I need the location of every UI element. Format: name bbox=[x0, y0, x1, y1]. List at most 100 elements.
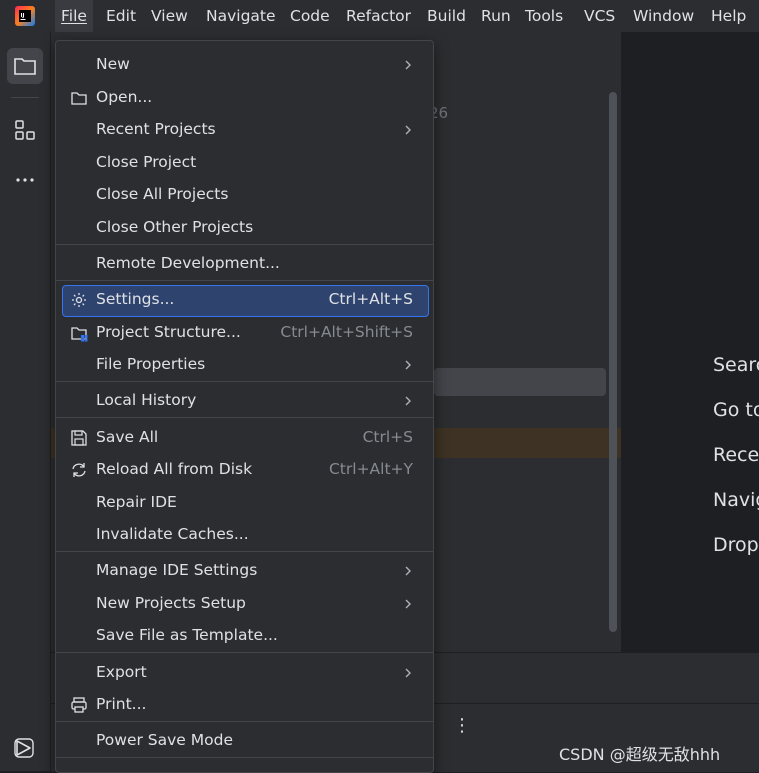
more-tools-button[interactable] bbox=[7, 162, 43, 198]
menu-item-label: Save All bbox=[96, 428, 159, 446]
menu-item-shortcut: Ctrl+Alt+S bbox=[328, 290, 413, 308]
menu-item-label: Reload All from Disk bbox=[96, 460, 253, 478]
folder-icon bbox=[14, 58, 36, 75]
menu-item-label: Settings... bbox=[96, 290, 175, 308]
menu-item-reload-all[interactable]: Reload All from Disk Ctrl+Alt+Y bbox=[56, 454, 433, 486]
menu-vcs[interactable]: VCS bbox=[578, 0, 621, 32]
menu-item-label: Close Other Projects bbox=[96, 218, 254, 236]
structure-icon bbox=[15, 120, 35, 140]
menu-item-export[interactable]: Export bbox=[56, 657, 433, 689]
menu-run[interactable]: Run bbox=[475, 0, 517, 32]
menu-bar: IJ File Edit View Navigate Code Refactor… bbox=[0, 0, 759, 32]
menu-item-label: Close All Projects bbox=[96, 185, 229, 203]
menu-item-label: Invalidate Caches... bbox=[96, 525, 249, 543]
folder-icon bbox=[71, 92, 87, 105]
panel-scrollbar[interactable] bbox=[609, 92, 617, 632]
chevron-right-icon bbox=[405, 668, 411, 678]
chevron-right-icon bbox=[405, 60, 411, 70]
refresh-icon bbox=[72, 463, 86, 477]
menu-item-close-other-projects[interactable]: Close Other Projects bbox=[56, 212, 433, 244]
menu-item-save-as-template[interactable]: Save File as Template... bbox=[56, 620, 433, 652]
menu-window[interactable]: Window bbox=[627, 0, 700, 32]
menu-item-save-all[interactable]: Save All Ctrl+S bbox=[56, 422, 433, 454]
menu-item-label: Remote Development... bbox=[96, 254, 280, 272]
menu-help[interactable]: Help bbox=[705, 0, 752, 32]
menu-item-label: File Properties bbox=[96, 355, 206, 373]
menu-file[interactable]: File bbox=[55, 0, 93, 32]
menu-item-label: Power Save Mode bbox=[96, 731, 233, 749]
menu-build[interactable]: Build bbox=[421, 0, 472, 32]
watermark: CSDN @超级无敌hhh bbox=[559, 745, 721, 764]
chevron-right-icon bbox=[405, 599, 411, 609]
menu-item-close-all-projects[interactable]: Close All Projects bbox=[56, 179, 433, 211]
menu-item-manage-ide-settings[interactable]: Manage IDE Settings bbox=[56, 555, 433, 587]
menu-item-project-structure[interactable]: Project Structure... Ctrl+Alt+Shift+S bbox=[56, 317, 433, 349]
menu-item-label: New Projects Setup bbox=[96, 594, 246, 612]
menu-separator bbox=[56, 652, 433, 653]
more-vertical-icon[interactable]: ⋮ bbox=[453, 715, 471, 736]
menu-item-label: Repair IDE bbox=[96, 493, 177, 511]
menu-item-power-save-mode[interactable]: Power Save Mode bbox=[56, 725, 433, 757]
chevron-right-icon bbox=[405, 566, 411, 576]
chevron-right-icon bbox=[405, 396, 411, 406]
menu-separator bbox=[56, 381, 433, 382]
editor-welcome-area: Searc Go to Rece Navig Drop bbox=[622, 32, 759, 652]
menu-separator bbox=[56, 244, 433, 245]
chevron-right-icon bbox=[405, 125, 411, 135]
menu-item-open[interactable]: Open... bbox=[56, 82, 433, 114]
menu-item-label: Print... bbox=[96, 695, 147, 713]
menu-separator bbox=[56, 757, 433, 758]
tool-window-strip bbox=[0, 32, 51, 771]
intellij-logo-icon[interactable]: IJ bbox=[14, 5, 36, 27]
menu-item-label: Local History bbox=[96, 391, 197, 409]
run-tool-button[interactable] bbox=[7, 730, 43, 766]
menu-item-invalidate-caches[interactable]: Invalidate Caches... bbox=[56, 519, 433, 551]
save-icon bbox=[71, 430, 87, 446]
menu-item-repair-ide[interactable]: Repair IDE bbox=[56, 487, 433, 519]
menu-item-local-history[interactable]: Local History bbox=[56, 385, 433, 417]
menu-separator bbox=[56, 417, 433, 418]
welcome-hint-navigation: Navig bbox=[713, 489, 759, 511]
menu-item-remote-development[interactable]: Remote Development... bbox=[56, 248, 433, 280]
welcome-hint-search: Searc bbox=[713, 354, 759, 376]
menu-item-shortcut: Ctrl+S bbox=[362, 428, 413, 446]
welcome-hint-goto: Go to bbox=[713, 399, 759, 421]
menu-item-print[interactable]: Print... bbox=[56, 689, 433, 721]
menu-item-close-project[interactable]: Close Project bbox=[56, 147, 433, 179]
project-tool-button[interactable] bbox=[7, 48, 43, 84]
menu-separator bbox=[56, 280, 433, 281]
menu-edit[interactable]: Edit bbox=[100, 0, 142, 32]
menu-item-label: New bbox=[96, 55, 130, 73]
menu-code[interactable]: Code bbox=[284, 0, 336, 32]
gear-icon bbox=[72, 293, 86, 307]
menu-item-new-projects-setup[interactable]: New Projects Setup bbox=[56, 588, 433, 620]
menu-item-label: Open... bbox=[96, 88, 153, 106]
menu-tools[interactable]: Tools bbox=[519, 0, 569, 32]
selected-row[interactable] bbox=[434, 368, 606, 396]
menu-item-label: Close Project bbox=[96, 153, 197, 171]
menu-refactor[interactable]: Refactor bbox=[340, 0, 417, 32]
structure-tool-button[interactable] bbox=[7, 112, 43, 148]
project-structure-icon bbox=[71, 327, 88, 342]
menu-separator bbox=[56, 721, 433, 722]
run-icon bbox=[14, 738, 34, 758]
svg-text:IJ: IJ bbox=[21, 13, 25, 19]
welcome-hint-recent: Rece bbox=[713, 444, 759, 466]
menu-separator bbox=[56, 551, 433, 552]
printer-icon bbox=[71, 697, 87, 713]
menu-item-file-properties[interactable]: File Properties bbox=[56, 349, 433, 381]
menu-item-new[interactable]: New bbox=[56, 49, 433, 81]
menu-item-recent-projects[interactable]: Recent Projects bbox=[56, 114, 433, 146]
menu-item-shortcut: Ctrl+Alt+Y bbox=[328, 460, 413, 478]
menu-item-label: Recent Projects bbox=[96, 120, 216, 138]
menu-item-label: Save File as Template... bbox=[96, 626, 278, 644]
file-menu-dropdown: New Open... Recent Projects Close Projec… bbox=[55, 40, 434, 773]
more-horizontal-icon bbox=[16, 178, 34, 182]
strip-separator bbox=[11, 97, 39, 98]
menu-item-label: Export bbox=[96, 663, 147, 681]
menu-view[interactable]: View bbox=[145, 0, 194, 32]
menu-navigate[interactable]: Navigate bbox=[200, 0, 282, 32]
menu-item-label: Manage IDE Settings bbox=[96, 561, 258, 579]
menu-item-shortcut: Ctrl+Alt+Shift+S bbox=[280, 323, 413, 341]
menu-item-settings[interactable]: Settings... Ctrl+Alt+S bbox=[56, 285, 433, 317]
